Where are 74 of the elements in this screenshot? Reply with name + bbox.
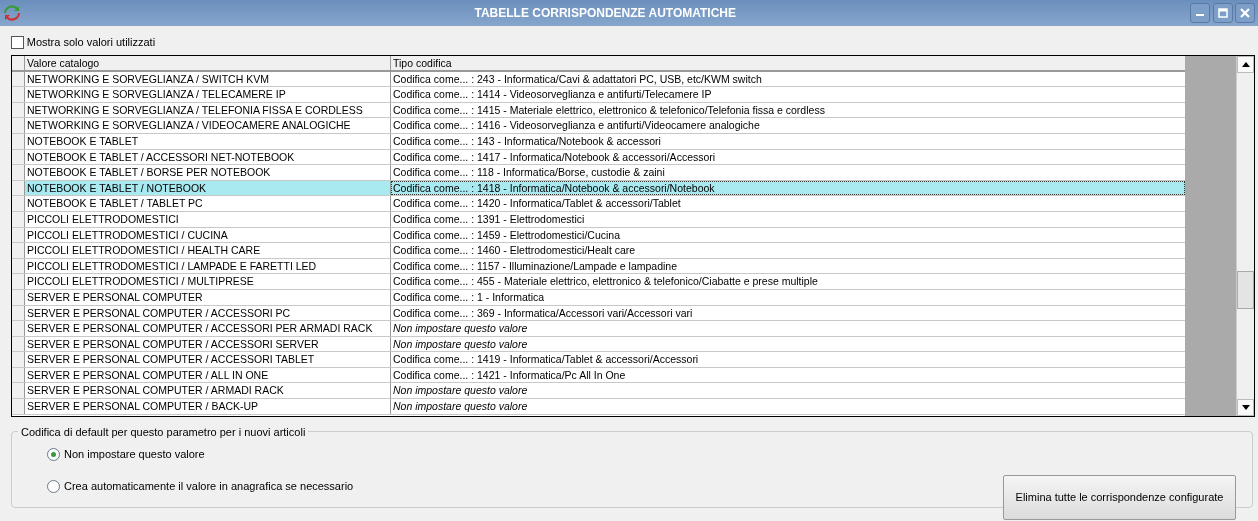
radio-button[interactable] bbox=[47, 479, 60, 493]
table-cell-text: Codifica come... : 1157 - Illuminazione/Lampade e lampadine bbox=[392, 258, 679, 274]
table-cell-text: Codifica come... : 1 - Informatica bbox=[392, 289, 546, 305]
row-selector[interactable] bbox=[12, 87, 25, 102]
table-cell: PICCOLI ELETTRODOMESTICI / LAMPADE E FARETTI LED bbox=[25, 258, 391, 274]
table-cell-text: Codifica come... : 1460 - Elettrodomestici/Healt care bbox=[392, 243, 637, 258]
row-selector[interactable] bbox=[12, 196, 25, 211]
table-cell-text: Non impostare questo valore bbox=[392, 383, 529, 399]
minimize-button[interactable] bbox=[1189, 3, 1210, 23]
table-cell: SERVER E PERSONAL COMPUTER / ACCESSORI PER ARMADI RACK bbox=[25, 321, 391, 336]
table-cell: PICCOLI ELETTRODOMESTICI / MULTIPRESE bbox=[25, 274, 391, 289]
table-cell-text: Codifica come... : 1459 - Elettrodomestici/Cucina bbox=[392, 227, 622, 243]
table-cell-text: Codifica come... : 1391 - Elettrodomestici bbox=[392, 211, 586, 227]
radio-label: Crea automaticamente il valore in anagrafica se necessario bbox=[64, 478, 354, 494]
row-selector[interactable] bbox=[12, 321, 25, 336]
window-title: TABELLE CORRISPONDENZE AUTOMATICHE bbox=[473, 5, 738, 22]
table-cell-text: Codifica come... : 1419 - Informatica/Tablet & accessori/Accessori bbox=[392, 352, 700, 367]
column-header: Tipo codifica bbox=[392, 56, 453, 70]
table-cell-text: Codifica come... : 1415 - Materiale elettrico, elettronico & telefonico/Telefonia fissa e cordless bbox=[392, 102, 826, 118]
table-cell: SERVER E PERSONAL COMPUTER / ALL IN ONE bbox=[25, 367, 391, 383]
table-cell: SERVER E PERSONAL COMPUTER / BACK-UP bbox=[25, 399, 391, 414]
up-arrow-icon bbox=[1241, 62, 1250, 67]
scroll-thumb[interactable] bbox=[1237, 271, 1254, 309]
row-selector[interactable] bbox=[12, 383, 25, 399]
table-cell-text: Non impostare questo valore bbox=[392, 336, 529, 352]
table-cell: PICCOLI ELETTRODOMESTICI / HEALTH CARE bbox=[25, 243, 391, 258]
radio-button[interactable] bbox=[47, 447, 60, 461]
row-selector[interactable] bbox=[12, 165, 25, 180]
table-cell: PICCOLI ELETTRODOMESTICI / CUCINA bbox=[25, 227, 391, 243]
table-cell: NETWORKING E SORVEGLIANZA / TELEFONIA FISSA E CORDLESS bbox=[25, 102, 391, 118]
table-cell-text: Codifica come... : 118 - Informatica/Borse, custodie & zaini bbox=[392, 165, 666, 180]
filter-checkbox[interactable] bbox=[11, 35, 24, 49]
down-arrow-icon bbox=[1241, 405, 1250, 410]
table-cell: SERVER E PERSONAL COMPUTER bbox=[25, 289, 391, 305]
row-selector[interactable] bbox=[12, 399, 25, 414]
maximize-button[interactable] bbox=[1212, 3, 1233, 23]
delete-all-button[interactable]: Elimina tutte le corrispondenze configurate bbox=[1003, 475, 1236, 520]
column-header: Valore catalogo bbox=[25, 56, 391, 70]
table-cell: SERVER E PERSONAL COMPUTER / ACCESSORI SERVER bbox=[25, 336, 391, 352]
maximize-icon bbox=[1217, 8, 1228, 18]
table-cell-text: Codifica come... : 1414 - Videosorveglianza e antifurti/Telecamere IP bbox=[392, 87, 713, 102]
table-cell: NETWORKING E SORVEGLIANZA / TELECAMERE IP bbox=[25, 87, 391, 102]
table-cell: NOTEBOOK E TABLET / BORSE PER NOTEBOOK bbox=[25, 165, 391, 180]
table-cell-text: Non impostare questo valore bbox=[392, 399, 529, 414]
radio-label: Non impostare questo valore bbox=[64, 446, 205, 462]
table-cell: SERVER E PERSONAL COMPUTER / ACCESSORI TABLET bbox=[25, 352, 391, 367]
table-cell-text: Codifica come... : 1416 - Videosorveglianza e antifurti/Videocamere analogiche bbox=[392, 118, 761, 133]
table-cell-text: Non impostare questo valore bbox=[392, 321, 529, 336]
row-selector[interactable] bbox=[12, 118, 25, 133]
app-icon bbox=[2, 4, 21, 22]
table-cell: SERVER E PERSONAL COMPUTER / ARMADI RACK bbox=[25, 383, 391, 399]
table-cell: SERVER E PERSONAL COMPUTER / ACCESSORI PC bbox=[25, 305, 391, 321]
table-cell-text: Codifica come... : 369 - Informatica/Accessori vari/Accessori vari bbox=[392, 305, 694, 321]
table-cell-text: Codifica come... : 1421 - Informatica/Pc All In One bbox=[392, 367, 627, 383]
table-cell-text: Codifica come... : 143 - Informatica/Notebook & accessori bbox=[392, 133, 662, 149]
close-button[interactable] bbox=[1235, 3, 1256, 23]
scrollbar[interactable] bbox=[1236, 56, 1254, 416]
row-selector[interactable] bbox=[12, 243, 25, 258]
table-cell-text: Codifica come... : 243 - Informatica/Cavi & adattatori PC, USB, etc/KWM switch bbox=[392, 71, 763, 87]
table-cell-text: Codifica come... : 1417 - Informatica/Notebook & accessori/Accessori bbox=[392, 149, 717, 165]
close-icon bbox=[1240, 8, 1251, 18]
table-cell: NETWORKING E SORVEGLIANZA / SWITCH KVM bbox=[25, 71, 391, 87]
table-cell-text: Codifica come... : 455 - Materiale elettrico, elettronico & telefonico/Ciabatte e prese multiple bbox=[392, 274, 819, 289]
scroll-down-button[interactable] bbox=[1237, 399, 1254, 416]
checkbox-label: Mostra solo valori utilizzati bbox=[26, 34, 156, 50]
row-selector[interactable] bbox=[12, 274, 25, 289]
scroll-up-button[interactable] bbox=[1237, 56, 1254, 73]
table-cell: NOTEBOOK E TABLET / ACCESSORI NET-NOTEBOOK bbox=[25, 149, 391, 165]
table-cell: NOTEBOOK E TABLET bbox=[25, 133, 391, 149]
table-cell: NOTEBOOK E TABLET / TABLET PC bbox=[25, 196, 391, 211]
row-selector[interactable] bbox=[12, 352, 25, 367]
table-cell: NETWORKING E SORVEGLIANZA / VIDEOCAMERE ANALOGICHE bbox=[25, 118, 391, 133]
table-cell: PICCOLI ELETTRODOMESTICI bbox=[25, 211, 391, 227]
table-cell-text: Codifica come... : 1420 - Informatica/Tablet & accessori/Tablet bbox=[392, 196, 682, 211]
